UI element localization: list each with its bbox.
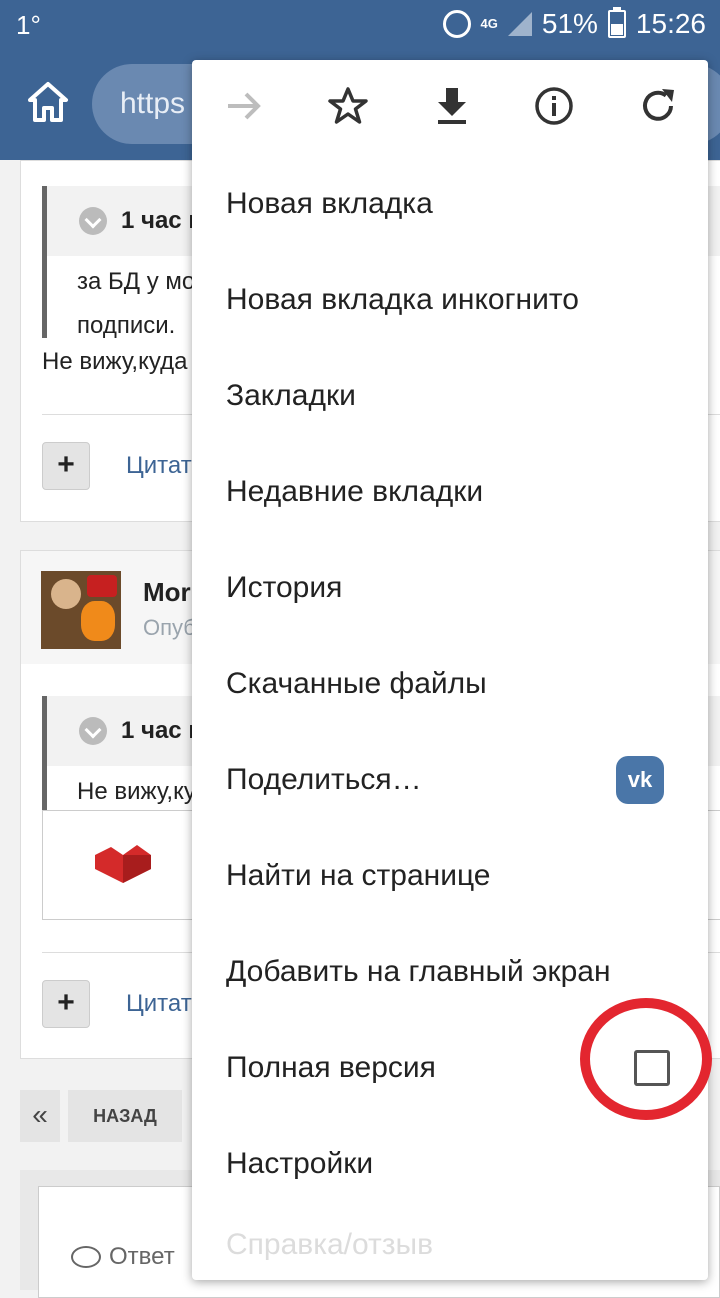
- avatar[interactable]: [41, 571, 121, 649]
- quote-time: 1 час н: [121, 207, 203, 234]
- reply-label: Ответ: [71, 1243, 175, 1271]
- vk-share-icon[interactable]: vk: [616, 756, 664, 804]
- post-meta: Опуб: [143, 615, 196, 640]
- forward-icon[interactable]: [224, 86, 264, 126]
- menu-item-new-tab[interactable]: Новая вкладка: [226, 156, 696, 252]
- menu-icon-row: [192, 60, 708, 156]
- url-text: https: [120, 87, 186, 120]
- home-icon[interactable]: [26, 80, 70, 124]
- plus-button[interactable]: +: [42, 442, 90, 490]
- menu-item-downloads[interactable]: Скачанные файлы: [226, 636, 696, 732]
- pager-back-button[interactable]: НАЗАД: [68, 1090, 182, 1142]
- menu-item-share[interactable]: Поделиться… vk: [226, 732, 696, 828]
- pager-first-button[interactable]: «: [20, 1090, 60, 1142]
- menu-item-incognito-tab[interactable]: Новая вкладка инкогнито: [226, 252, 696, 348]
- chevron-down-icon[interactable]: [79, 207, 107, 235]
- clock: 15:26: [635, 8, 706, 39]
- heart-icon: [95, 845, 151, 883]
- status-bar: 1° 4G 51% 15:26: [0, 0, 720, 52]
- info-icon[interactable]: [534, 86, 574, 126]
- reply-label-text: Ответ: [109, 1243, 175, 1270]
- star-icon[interactable]: [328, 86, 368, 126]
- status-left-text: 1°: [16, 10, 41, 40]
- annotation-circle: [580, 998, 712, 1120]
- status-right: 4G 51% 15:26: [442, 7, 706, 40]
- cite-link[interactable]: Цитат: [126, 990, 192, 1018]
- menu-item-recent-tabs[interactable]: Недавние вкладки: [226, 444, 696, 540]
- quote-time: 1 час н: [121, 717, 203, 744]
- reload-icon[interactable]: [638, 86, 678, 126]
- cite-link[interactable]: Цитат: [126, 452, 192, 480]
- signal-icon: [507, 12, 532, 36]
- menu-item-settings[interactable]: Настройки: [226, 1116, 696, 1212]
- network-type: 4G: [480, 16, 498, 31]
- download-icon[interactable]: [432, 86, 472, 126]
- battery-percent: 51%: [541, 8, 598, 39]
- alarm-icon: [442, 10, 471, 38]
- battery-icon: [607, 7, 626, 38]
- menu-item-share-label: Поделиться…: [226, 763, 422, 796]
- plus-button[interactable]: +: [42, 980, 90, 1028]
- menu-item-history[interactable]: История: [226, 540, 696, 636]
- post-text: Не вижу,куда: [42, 348, 188, 375]
- menu-item-bookmarks[interactable]: Закладки: [226, 348, 696, 444]
- author-name[interactable]: Mor: [143, 577, 191, 608]
- speech-bubble-icon: [71, 1246, 101, 1268]
- menu-item-find-in-page[interactable]: Найти на странице: [226, 828, 696, 924]
- chevron-down-icon[interactable]: [79, 717, 107, 745]
- menu-item-help[interactable]: Справка/отзыв: [226, 1228, 433, 1262]
